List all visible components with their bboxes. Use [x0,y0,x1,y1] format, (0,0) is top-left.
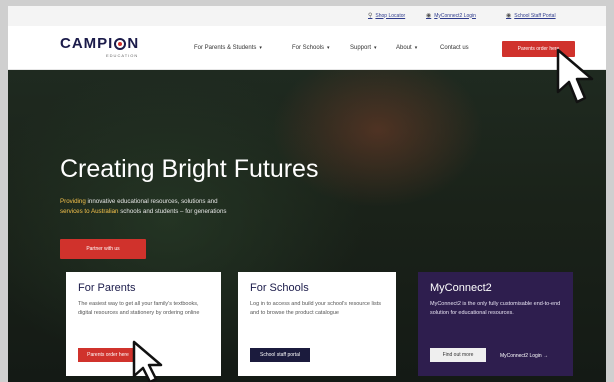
hero-subtitle-highlight: Providing [60,198,86,205]
for-schools-body: Log in to access and build your school's… [250,301,381,316]
nav-parents-students[interactable]: For Parents & Students ▾ [194,45,262,51]
nav-support-label: Support [350,45,372,51]
campion-logo[interactable]: CAMPI N EDUCATION [60,35,139,58]
nav-parents-students-label: For Parents & Students [194,45,257,51]
chevron-down-icon: ▾ [327,45,330,51]
myconnect2-card: MyConnect2 MyConnect2 is the only fully … [418,272,573,376]
logo-text-end: N [127,35,140,52]
shop-locator-link[interactable]: ⚲ Shop Locator [368,12,406,20]
hero-banner: Creating Bright Futures Providing innova… [8,70,606,382]
chevron-down-icon: ▾ [414,45,418,51]
mouse-pointer-icon [556,48,594,104]
for-schools-title: For Schools [250,282,309,294]
myconnect2-title: MyConnect2 [430,282,492,294]
chevron-down-icon: ▾ [259,45,262,51]
nav-schools[interactable]: For Schools ▾ [292,45,330,51]
myconnect-login-link[interactable]: ◉ MyConnect2 Login [426,12,476,20]
utility-bar: ⚲ Shop Locator ◉ MyConnect2 Login ◉ Scho… [8,6,606,26]
pin-icon: ⚲ [368,13,373,19]
for-schools-card: For Schools Log in to access and build y… [238,272,396,376]
hero-title: Creating Bright Futures [60,155,319,183]
for-parents-title: For Parents [78,282,136,294]
logo-o-icon [114,37,127,50]
photo-frame: ⚲ Shop Locator ◉ MyConnect2 Login ◉ Scho… [0,0,614,382]
hero-subtitle-line2-highlight: services to Australian [60,208,119,215]
partner-with-us-button[interactable]: Partner with us [60,239,146,259]
nav-contact-label: Contact us [440,45,469,51]
myconnect2-body: MyConnect2 is the only fully customisabl… [430,301,561,316]
mouse-pointer-icon [132,340,163,382]
logo-text-start: CAMPI [60,35,114,52]
shop-locator-label: Shop Locator [375,12,406,19]
nav-about[interactable]: About ▾ [396,45,417,51]
logo-tagline: EDUCATION [106,53,139,58]
nav-schools-label: For Schools [292,45,325,51]
browser-screen: ⚲ Shop Locator ◉ MyConnect2 Login ◉ Scho… [8,6,606,382]
myconnect-login-label: MyConnect2 Login [434,12,476,19]
hero-subtitle: Providing innovative educational resourc… [60,197,360,217]
user-icon: ◉ [506,13,512,19]
find-out-more-button[interactable]: Find out more [430,348,486,362]
school-staff-portal-label: School Staff Portal [514,12,556,19]
hero-subtitle-text: innovative educational resources, soluti… [85,198,218,205]
nav-about-label: About [396,45,412,51]
for-parents-body: The easiest way to get all your family's… [78,301,200,316]
chevron-down-icon: ▾ [374,45,377,51]
site-header: CAMPI N EDUCATION For Parents & Students… [8,26,606,70]
nav-contact[interactable]: Contact us [440,45,469,51]
school-staff-portal-link[interactable]: ◉ School Staff Portal [506,12,556,20]
user-icon: ◉ [426,13,432,19]
hero-subtitle-line2-text: schools and students – for generations [118,208,227,215]
school-staff-portal-button[interactable]: School staff portal [250,348,310,362]
parents-order-card-button[interactable]: Parents order here [78,348,138,362]
nav-support[interactable]: Support ▾ [350,45,377,51]
myconnect2-login-link[interactable]: MyConnect2 Login → [500,353,548,359]
